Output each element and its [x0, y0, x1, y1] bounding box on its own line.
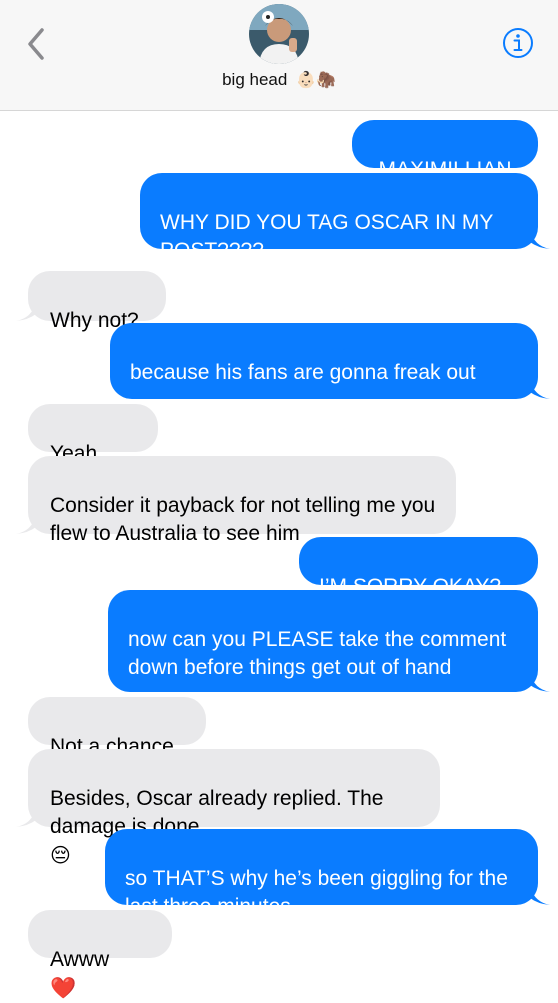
- incoming-tail: [16, 808, 36, 827]
- outgoing-message[interactable]: WHY DID YOU TAG OSCAR IN MY POST????: [140, 173, 538, 262]
- outgoing-message[interactable]: so THAT’S why he’s been giggling for the…: [105, 829, 538, 918]
- outgoing-tail: [530, 886, 550, 905]
- heart-emoji: ❤️: [50, 976, 77, 1000]
- contact-emojis: 👶🏻🦣: [296, 70, 336, 89]
- info-icon[interactable]: [502, 27, 534, 59]
- incoming-tail: [16, 302, 36, 321]
- outgoing-message[interactable]: I’M SORRY OKAY?: [299, 537, 538, 598]
- outgoing-tail: [530, 380, 550, 399]
- contact-avatar[interactable]: [249, 4, 309, 64]
- emoji: 😔: [50, 843, 71, 867]
- incoming-tail: [16, 515, 36, 534]
- outgoing-message[interactable]: MAXIMILLIAN: [352, 120, 538, 181]
- outgoing-message[interactable]: because his fans are gonna freak out 😓: [110, 323, 538, 441]
- incoming-message[interactable]: Besides, Oscar already replied. The dama…: [28, 749, 440, 867]
- incoming-message[interactable]: Consider it payback for not telling me y…: [28, 456, 456, 545]
- outgoing-tail: [530, 230, 550, 249]
- incoming-message[interactable]: Not a chance: [28, 697, 206, 758]
- incoming-message[interactable]: Why not?: [28, 271, 166, 332]
- outgoing-message[interactable]: now can you PLEASE take the comment down…: [108, 590, 538, 692]
- outgoing-tail: [530, 673, 550, 692]
- contact-name-text: big head: [222, 70, 288, 89]
- back-chevron-icon[interactable]: [22, 24, 52, 64]
- conversation-header: big head 👶🏻🦣: [0, 0, 558, 111]
- incoming-message[interactable]: Yeah ❤️: [28, 404, 158, 494]
- contact-name[interactable]: big head 👶🏻🦣: [0, 70, 558, 90]
- incoming-message[interactable]: Awww ❤️: [28, 910, 172, 1000]
